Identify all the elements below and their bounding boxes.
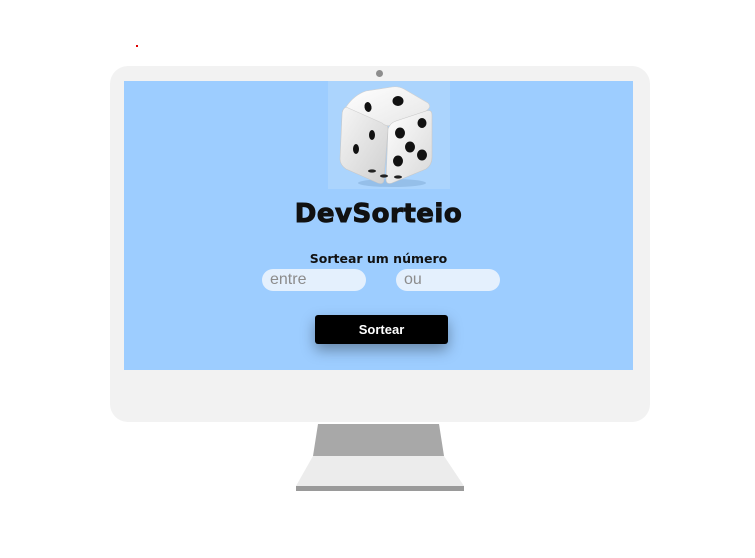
min-number-input[interactable]: [262, 269, 366, 291]
max-number-input[interactable]: [396, 269, 500, 291]
monitor-screen: DevSorteio Sortear um número Sortear: [124, 81, 633, 370]
webcam-icon: [376, 70, 383, 77]
stand-base-edge: [296, 486, 464, 491]
draw-button[interactable]: Sortear: [315, 315, 448, 344]
dice-icon: [339, 86, 433, 187]
stand-base-top: [296, 456, 464, 486]
stand-neck: [313, 424, 444, 456]
page: DevSorteio Sortear um número Sortear: [0, 0, 755, 558]
app-subtitle: Sortear um número: [309, 251, 448, 266]
app-title: DevSorteio: [294, 199, 463, 230]
